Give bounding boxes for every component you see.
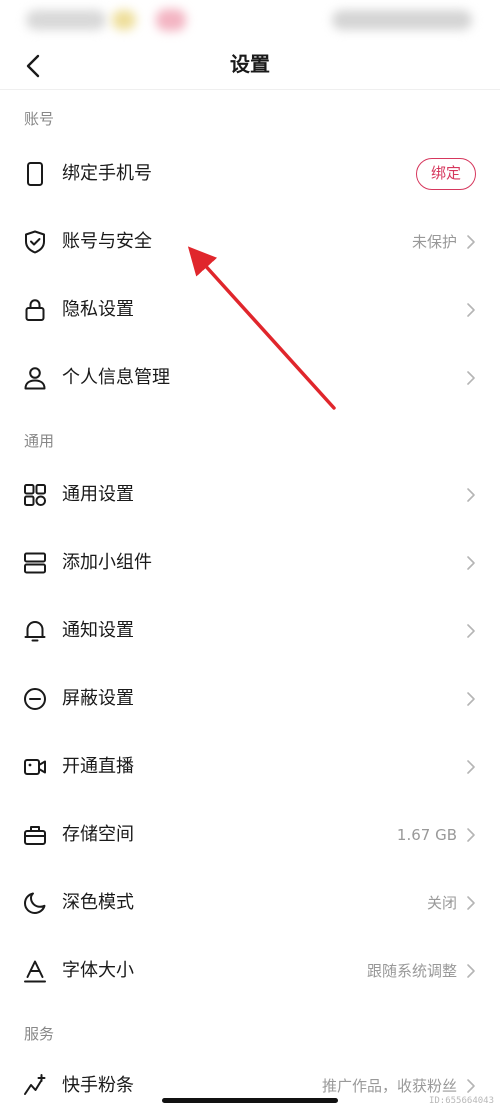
status-blur-left <box>26 10 106 30</box>
moon-icon <box>24 892 46 914</box>
row-label: 隐私设置 <box>62 299 134 320</box>
row-value: 关闭 <box>426 894 457 912</box>
row-label: 添加小组件 <box>62 552 152 573</box>
chevron-right-icon <box>467 760 475 774</box>
row-label: 开通直播 <box>62 756 134 777</box>
row-label: 屏蔽设置 <box>62 688 134 709</box>
row-dark-mode[interactable]: 深色模式 关闭 <box>0 869 500 937</box>
row-label: 快手粉条 <box>62 1075 134 1096</box>
chevron-right-icon <box>467 1079 475 1093</box>
row-bind-phone[interactable]: 绑定手机号 绑定 <box>0 140 500 208</box>
section-label-account: 账号 <box>24 110 55 128</box>
bind-button[interactable]: 绑定 <box>416 158 476 190</box>
row-notification-settings[interactable]: 通知设置 <box>0 597 500 665</box>
row-font-size[interactable]: 字体大小 跟随系统调整 <box>0 937 500 1005</box>
row-label: 个人信息管理 <box>62 367 170 388</box>
row-general-settings[interactable]: 通用设置 <box>0 461 500 529</box>
row-account-security[interactable]: 账号与安全 未保护 <box>0 208 500 276</box>
row-label: 通用设置 <box>62 484 134 505</box>
lock-icon <box>25 299 45 321</box>
row-label: 深色模式 <box>62 892 134 913</box>
chevron-right-icon <box>467 488 475 502</box>
row-value: 未保护 <box>411 233 457 251</box>
row-label: 账号与安全 <box>62 231 152 252</box>
row-privacy-settings[interactable]: 隐私设置 <box>0 276 500 344</box>
font-size-icon <box>24 960 46 983</box>
section-label-general: 通用 <box>24 432 55 450</box>
row-label: 绑定手机号 <box>62 163 152 184</box>
status-blur-dot-yellow <box>112 10 136 30</box>
block-icon <box>24 688 46 710</box>
row-value: 1.67 GB <box>396 826 457 844</box>
status-blur-dot-pink <box>156 9 186 31</box>
nav-bar: 设置 <box>0 40 500 90</box>
row-add-widget[interactable]: 添加小组件 <box>0 529 500 597</box>
row-label: 字体大小 <box>62 960 134 981</box>
chevron-right-icon <box>467 303 475 317</box>
row-value: 跟随系统调整 <box>366 962 457 980</box>
row-label: 通知设置 <box>62 620 134 641</box>
bell-icon <box>24 621 46 642</box>
phone-icon <box>27 162 43 186</box>
grid-icon <box>24 484 47 507</box>
chevron-right-icon <box>467 896 475 910</box>
row-open-live[interactable]: 开通直播 <box>0 733 500 801</box>
row-personal-info[interactable]: 个人信息管理 <box>0 344 500 412</box>
person-icon <box>24 367 46 390</box>
trend-plus-icon <box>24 1074 46 1095</box>
status-blur-right <box>332 10 472 30</box>
chevron-right-icon <box>467 624 475 638</box>
video-camera-icon <box>24 759 46 775</box>
widget-icon <box>24 552 46 574</box>
chevron-right-icon <box>467 371 475 385</box>
chevron-right-icon <box>467 235 475 249</box>
storage-box-icon <box>24 826 46 845</box>
page-title: 设置 <box>230 52 270 76</box>
home-indicator[interactable] <box>162 1098 338 1103</box>
row-label: 存储空间 <box>62 824 134 845</box>
row-block-settings[interactable]: 屏蔽设置 <box>0 665 500 733</box>
row-storage[interactable]: 存储空间 1.67 GB <box>0 801 500 869</box>
chevron-right-icon <box>467 692 475 706</box>
section-label-services: 服务 <box>24 1025 55 1043</box>
chevron-right-icon <box>467 556 475 570</box>
chevron-right-icon <box>467 964 475 978</box>
status-bar <box>0 0 500 40</box>
shield-check-icon <box>25 230 45 254</box>
watermark: ID:655664043 <box>428 1096 494 1106</box>
chevron-right-icon <box>467 828 475 842</box>
